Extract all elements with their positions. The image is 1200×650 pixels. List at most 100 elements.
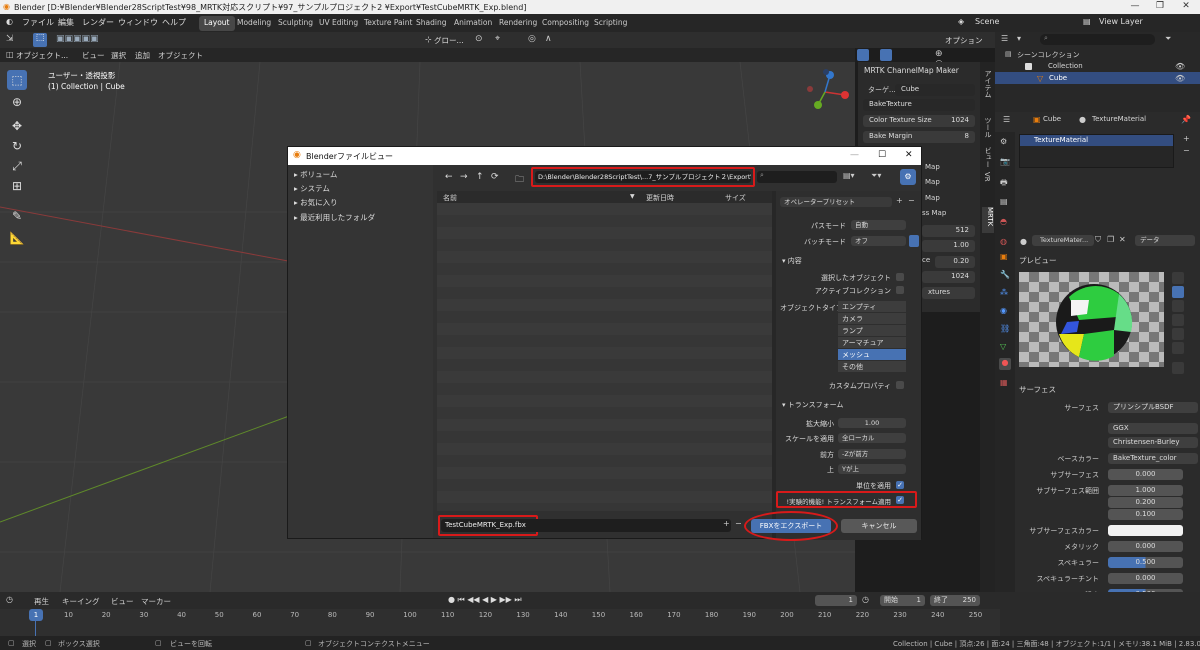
playhead[interactable]: 1 [29,609,43,621]
object-type-armature[interactable]: アーマチュア [838,337,906,349]
modifier-tab-icon[interactable]: 🔧 [1000,270,1010,279]
sidebar-item-favorites[interactable]: ▸ お気に入り [294,197,338,208]
constraints-tab-icon[interactable]: ⛓ [1000,324,1010,333]
menu-marker[interactable]: マーカー [141,596,171,607]
back-icon[interactable]: ← [445,172,453,182]
tab-scripting[interactable]: Scripting [589,16,632,31]
specular-field[interactable]: 0.500 [1108,557,1183,568]
data-tab-icon[interactable]: ▽ [1000,342,1006,351]
navigation-gizmo[interactable] [800,67,850,117]
scale-field[interactable]: 1.00 [838,418,906,428]
subsurface-radius-y[interactable]: 0.200 [1108,497,1183,508]
transform-tool-icon[interactable]: ⊞ [7,176,27,196]
outliner-search-input[interactable]: ⌕ [1040,34,1155,45]
subsurface-radius-z[interactable]: 0.100 [1108,509,1183,520]
menu-render[interactable]: レンダー [82,17,114,30]
add-slot-icon[interactable]: + [1183,134,1190,143]
selected-objects-checkbox[interactable] [896,273,904,281]
snap-icon[interactable]: ⌖ [495,34,500,44]
select-mode-icons[interactable]: ▣▣▣▣▣ [56,34,99,44]
select-tool-icon[interactable]: ⬚ [33,33,47,47]
display-mode-icon[interactable]: ▤▾ [843,171,855,180]
remove-preset-icon[interactable]: − [908,196,915,205]
filter-search-input[interactable]: ⌕ [757,171,837,183]
object-type-camera[interactable]: カメラ [838,313,906,325]
tab-compositing[interactable]: Compositing [537,16,594,31]
object-name[interactable]: Cube [1043,115,1061,123]
decrement-filename-icon[interactable]: − [735,519,742,528]
tab-item[interactable]: アイテム [983,70,993,98]
forward-dropdown[interactable]: -Zが前方 [838,449,906,459]
column-date[interactable]: 更新日時 [646,193,674,203]
menu-select[interactable]: 選択 [111,50,126,61]
unlink-icon[interactable]: ✕ [1119,235,1126,244]
tab-uv-editing[interactable]: UV Editing [314,16,363,31]
editor-type-icon[interactable]: ◫ [6,50,14,59]
pin-icon[interactable]: 📌 [1181,115,1191,124]
experimental-transform-checkbox[interactable] [896,496,904,504]
outliner-filter-icon[interactable]: ▾ [1017,34,1021,43]
subsurface-radius-x[interactable]: 1.000 [1108,485,1183,496]
scene-selector[interactable]: Scene [975,17,999,30]
cancel-button[interactable]: キャンセル [841,519,917,533]
particles-tab-icon[interactable]: ⁂ [1000,288,1008,297]
new-folder-icon[interactable]: 🗀 [515,172,524,188]
tab-texture-paint[interactable]: Texture Paint [359,16,417,31]
duplicate-icon[interactable]: ❐ [1107,235,1114,244]
tool-tab-icon[interactable]: ⚙ [1000,137,1007,146]
npanel-1024[interactable]: 1024 [922,271,975,283]
bake-margin-field[interactable]: Bake Margin 8 [863,131,975,143]
close-icon[interactable]: ✕ [1176,1,1196,11]
filter-icon[interactable]: ⏷ [1165,34,1171,44]
preview-sphere-icon[interactable] [1172,286,1184,298]
settings-gear-icon[interactable]: ⚙ [900,169,916,185]
sort-icon[interactable]: ▼ [630,193,635,200]
specular-tint-field[interactable]: 0.000 [1108,573,1183,584]
editor-type-icon[interactable]: ◐ [6,17,13,30]
menu-playback[interactable]: 再生 [34,596,49,607]
preview-ball-icon[interactable] [1172,342,1184,354]
visibility-icon[interactable]: 👁 [1175,74,1185,83]
column-name[interactable]: 名前 [443,193,457,203]
file-list[interactable]: 名前 ▼ 更新日時 サイズ [437,191,772,511]
scene-tab-icon[interactable]: ◓ [1000,217,1007,226]
maximize-icon[interactable]: ☐ [878,150,886,160]
preview-panel-header[interactable]: プレビュー [1019,255,1057,266]
options-dropdown[interactable]: オプション [945,35,983,46]
menu-add[interactable]: 追加 [135,50,150,61]
playback-controls[interactable]: ● ⏮ ◀◀ ◀ ▶ ▶▶ ⏭ [448,595,522,605]
increment-filename-icon[interactable]: + [723,519,730,528]
viewlayer-selector[interactable]: View Layer [1099,17,1143,30]
tab-vr[interactable]: VR [983,172,991,182]
tab-mrtk[interactable]: MRTK [982,207,994,233]
preview-cube-icon[interactable] [1172,272,1184,284]
tab-view[interactable]: ビュー [983,147,993,168]
sidebar-item-volumes[interactable]: ▸ ボリューム [294,169,337,180]
gizmo-toggle-icon[interactable] [857,49,869,61]
maximize-icon[interactable]: ❐ [1150,1,1170,11]
menu-object[interactable]: オブジェクト [158,50,203,61]
apply-unit-checkbox[interactable] [896,481,904,489]
cube-label[interactable]: Cube [1049,74,1067,82]
transform-orientation-dropdown[interactable]: グロー... [434,35,464,46]
physics-tab-icon[interactable]: ◉ [1000,306,1007,315]
view-layer-tab-icon[interactable]: ▤ [1000,197,1008,206]
render-tab-icon[interactable]: 📷 [1000,157,1010,166]
tab-shading[interactable]: Shading [411,16,451,31]
bake-texture-field[interactable]: BakeTexture [863,99,975,111]
forward-icon[interactable]: → [460,172,468,182]
pivot-icon[interactable]: ⊙ [475,34,483,44]
outliner-row-cube[interactable] [995,72,1200,84]
export-fbx-button[interactable]: FBXをエクスポート [751,519,831,533]
operator-preset-dropdown[interactable]: オペレータープリセット [780,197,892,207]
npanel-textures-button[interactable]: xtures [922,287,975,299]
end-frame-field[interactable]: 終了 250 [930,595,980,606]
object-type-other[interactable]: その他 [838,361,906,373]
distribution-dropdown[interactable]: GGX [1108,423,1198,434]
tab-rendering[interactable]: Rendering [494,16,542,31]
sidebar-item-recent[interactable]: ▸ 最近利用したフォルダ [294,212,375,223]
transform-section-header[interactable]: ▾ トランスフォーム [782,400,843,410]
scale-tool-icon[interactable]: ⤢ [7,156,27,176]
proportional-icon[interactable]: ◎ [528,34,536,44]
object-type-mesh[interactable]: メッシュ [838,349,906,361]
